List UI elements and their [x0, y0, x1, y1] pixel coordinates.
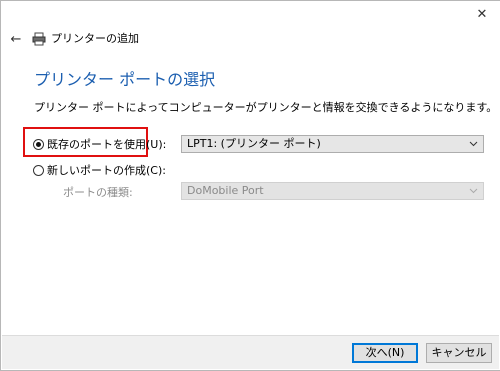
back-arrow-icon: ← — [10, 31, 22, 47]
existing-port-value: LPT1: (プリンター ポート) — [187, 137, 321, 150]
create-new-port-label[interactable]: 新しいポートの作成(C): — [47, 164, 166, 178]
cancel-button[interactable]: キャンセル — [426, 343, 492, 363]
page-description: プリンター ポートによってコンピューターがプリンターと情報を交換できるようになり… — [34, 101, 498, 114]
existing-port-dropdown[interactable]: LPT1: (プリンター ポート) — [181, 135, 484, 153]
wizard-footer: 次へ(N) キャンセル — [2, 335, 499, 369]
use-existing-port-label[interactable]: 既存のポートを使用(U): — [47, 138, 166, 152]
create-new-port-radio[interactable] — [33, 165, 44, 176]
chevron-down-icon — [469, 188, 478, 194]
next-button[interactable]: 次へ(N) — [352, 343, 418, 363]
close-icon: ✕ — [476, 6, 488, 22]
add-printer-wizard-window: ✕ ← プリンターの追加 プリンター ポートの選択 プリンター ポートによってコ… — [0, 0, 500, 371]
page-title: プリンター ポートの選択 — [34, 70, 216, 89]
wizard-title: プリンターの追加 — [51, 32, 139, 45]
chevron-down-icon — [469, 141, 478, 147]
back-button[interactable]: ← — [7, 31, 25, 47]
port-type-value: DoMobile Port — [187, 184, 264, 197]
use-existing-port-radio[interactable] — [33, 139, 44, 150]
port-type-dropdown: DoMobile Port — [181, 182, 484, 200]
close-button[interactable]: ✕ — [470, 5, 494, 23]
port-type-label: ポートの種類: — [63, 186, 133, 199]
printer-icon — [32, 32, 46, 46]
